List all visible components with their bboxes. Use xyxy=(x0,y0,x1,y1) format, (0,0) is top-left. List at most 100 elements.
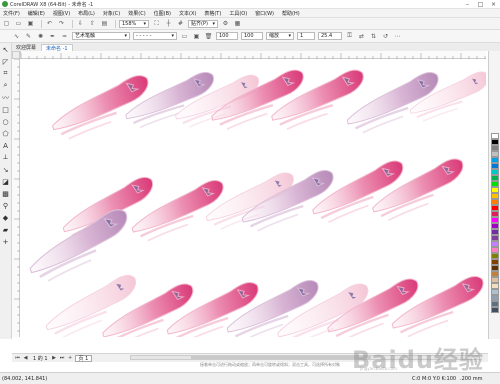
export-icon[interactable]: ⇧ xyxy=(88,19,97,28)
menu-bitmaps[interactable]: 位图(B) xyxy=(154,10,171,17)
menu-view[interactable]: 视图(V) xyxy=(53,10,70,17)
brush-category-value: 艺术笔触 xyxy=(75,33,96,39)
smart-fill-icon[interactable]: ▰ xyxy=(1,225,10,234)
artwork xyxy=(20,66,486,337)
brush-icon[interactable]: ✎ xyxy=(24,32,33,41)
rulers-icon[interactable]: ┼ xyxy=(164,19,173,28)
pick-tool-icon[interactable]: ↖ xyxy=(1,45,10,54)
flip-icon[interactable]: ⇅ xyxy=(369,32,378,41)
watermark-url: jingyan.baidu.com xyxy=(360,366,397,371)
redo-icon[interactable]: ↷ xyxy=(57,19,66,28)
brush-stroke-select[interactable]: - - - - - ▾ xyxy=(133,32,177,40)
save-stroke-icon[interactable]: ▣ xyxy=(192,32,201,41)
pressure-icon[interactable]: ≈ xyxy=(60,32,69,41)
eyedropper-icon[interactable]: ⚲ xyxy=(1,201,10,210)
text-tool-icon[interactable]: A xyxy=(1,141,10,150)
next-page-icon[interactable]: ▶ xyxy=(51,355,58,362)
toolbox: ↖ ◸ ⌗ ⌕ 〰 □ ○ ⬠ A ⟂ ↘ ◪ ▩ ⚲ ◆ ▰ + xyxy=(0,43,12,339)
page-tab[interactable]: 页 1 xyxy=(74,354,93,362)
scrollbar-thumb[interactable] xyxy=(191,356,371,359)
vertical-ruler[interactable] xyxy=(12,58,20,337)
publish-pdf-icon[interactable]: ▤ xyxy=(100,19,109,28)
tab-welcome[interactable]: 欢迎屏幕 xyxy=(12,44,40,51)
brush-category-select[interactable]: 艺术笔触 ▾ xyxy=(72,32,130,40)
value1-field[interactable]: 1 xyxy=(297,32,315,40)
menu-layout[interactable]: 布局(L) xyxy=(78,10,95,17)
options-gear-icon[interactable]: ⚙ xyxy=(221,19,230,28)
stroke-value: 100 xyxy=(244,33,254,39)
minimize-button[interactable]: – xyxy=(461,0,474,8)
browse-icon[interactable]: ▭ xyxy=(180,32,189,41)
zoom-level-value: 158% xyxy=(122,20,137,27)
import-icon[interactable]: ⇩ xyxy=(76,19,85,28)
close-button[interactable]: × xyxy=(487,0,500,8)
menu-table[interactable]: 表格(T) xyxy=(204,10,221,17)
grid-icon[interactable]: # xyxy=(176,19,185,28)
color-swatch[interactable] xyxy=(490,307,499,313)
outline-width-info[interactable]: .200 mm xyxy=(460,376,482,382)
tab-label: 欢迎屏幕 xyxy=(16,45,37,51)
rectangle-tool-icon[interactable]: □ xyxy=(1,105,10,114)
stroke-field[interactable]: 100 xyxy=(241,32,263,40)
snap-to-select[interactable]: 贴齐(P) ▾ xyxy=(188,19,218,28)
scale-mode-select[interactable]: 缩放 ▾ xyxy=(266,32,294,40)
document-tabs: 欢迎屏幕 未命名 -1 xyxy=(12,43,500,52)
drop-shadow-icon[interactable]: ◪ xyxy=(1,177,10,186)
menu-help[interactable]: 帮助(H) xyxy=(282,10,300,17)
polygon-tool-icon[interactable]: ⬠ xyxy=(1,129,10,138)
zoom-tool-icon[interactable]: ⌕ xyxy=(1,81,10,90)
calligraphic-icon[interactable]: ✒ xyxy=(48,32,57,41)
settings-icon[interactable]: ⋯ xyxy=(393,32,402,41)
add-tool-icon[interactable]: + xyxy=(1,237,10,246)
separator xyxy=(115,19,116,28)
parallel-dimension-icon[interactable]: ⟂ xyxy=(1,153,10,162)
first-page-icon[interactable]: ⏮ xyxy=(14,355,21,362)
menu-object[interactable]: 对象(C) xyxy=(103,10,120,17)
menu-text[interactable]: 文本(X) xyxy=(179,10,196,17)
ruler-corner[interactable] xyxy=(12,51,20,59)
last-page-icon[interactable]: ⏭ xyxy=(59,355,66,362)
crop-tool-icon[interactable]: ⌗ xyxy=(1,69,10,78)
separator xyxy=(41,19,42,28)
menu-bar: 文件(F) 编辑(E) 视图(V) 布局(L) 对象(C) 效果(C) 位图(B… xyxy=(0,9,500,18)
menu-effects[interactable]: 效果(C) xyxy=(128,10,145,17)
transparency-tool-icon[interactable]: ▩ xyxy=(1,189,10,198)
brush-stroke-preview: - - - - - xyxy=(136,33,152,39)
full-screen-icon[interactable]: ⛶ xyxy=(152,19,161,28)
maximize-button[interactable]: □ xyxy=(474,0,487,8)
freehand-tool-icon[interactable]: 〰 xyxy=(1,93,10,102)
tab-document[interactable]: 未命名 -1 xyxy=(41,44,73,52)
preset-icon[interactable]: ∿ xyxy=(12,32,21,41)
new-document-icon[interactable]: ▢ xyxy=(2,19,11,28)
drawing-canvas[interactable] xyxy=(20,59,486,337)
angle-value: 100 xyxy=(219,33,229,39)
snap-to-value: 贴齐(P) xyxy=(191,20,208,27)
art-strokes-row-1 xyxy=(44,66,486,144)
menu-edit[interactable]: 编辑(E) xyxy=(28,10,45,17)
fill-color-info[interactable]: C:0 M:0 Y:0 K:100 xyxy=(412,376,456,382)
color-palette xyxy=(488,51,500,339)
lock-icon[interactable]: ⚿ xyxy=(345,32,354,41)
save-icon[interactable]: ▣ xyxy=(26,19,35,28)
prev-page-icon[interactable]: ◀ xyxy=(22,355,29,362)
launch-icon[interactable]: ▦ xyxy=(233,19,242,28)
value2-field[interactable]: 25.4 xyxy=(318,32,342,40)
undo-icon[interactable]: ↶ xyxy=(45,19,54,28)
menu-tools[interactable]: 工具(O) xyxy=(229,10,247,17)
mirror-icon[interactable]: ⇄ xyxy=(357,32,366,41)
wrap-icon[interactable]: ↺ xyxy=(381,32,390,41)
zoom-level-select[interactable]: 158% ▾ xyxy=(119,19,149,28)
connector-tool-icon[interactable]: ↘ xyxy=(1,165,10,174)
interactive-fill-icon[interactable]: ◆ xyxy=(1,213,10,222)
shape-tool-icon[interactable]: ◸ xyxy=(1,57,10,66)
menu-window[interactable]: 窗口(W) xyxy=(255,10,274,17)
sprayer-icon[interactable]: ✺ xyxy=(36,32,45,41)
menu-file[interactable]: 文件(F) xyxy=(3,10,20,17)
angle-field[interactable]: 100 xyxy=(216,32,238,40)
horizontal-ruler[interactable] xyxy=(20,51,486,59)
ellipse-tool-icon[interactable]: ○ xyxy=(1,117,10,126)
open-folder-icon[interactable]: ▭ xyxy=(14,19,23,28)
art-strokes-row-2 xyxy=(20,155,474,287)
delete-icon[interactable]: 🗑 xyxy=(204,32,213,41)
add-page-icon[interactable]: + xyxy=(67,355,74,362)
